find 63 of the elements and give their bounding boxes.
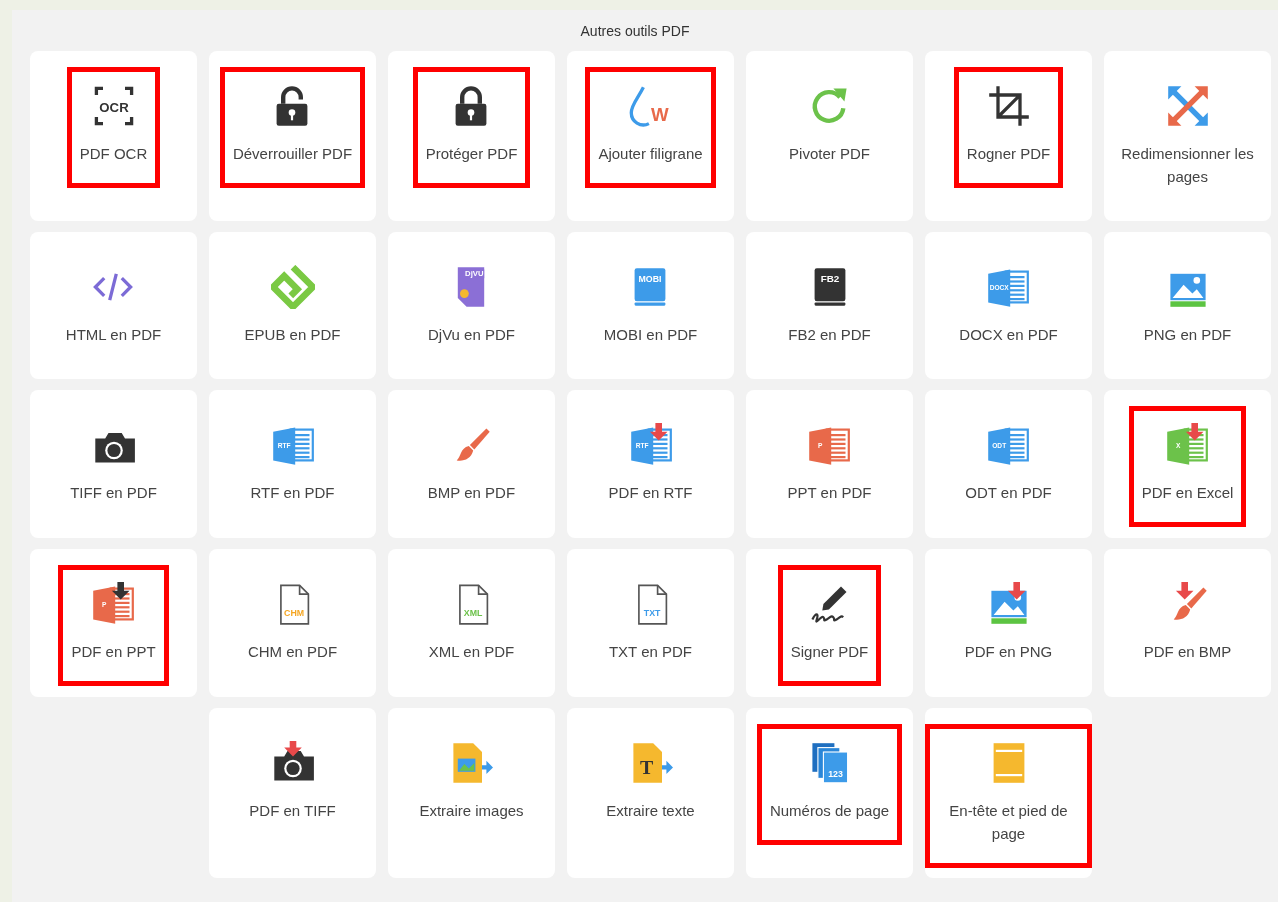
tool-card[interactable]: DjVU DjVu en PDF (388, 232, 555, 379)
tool-card[interactable]: PDF en BMP (1104, 549, 1271, 697)
tool-card[interactable]: Pivoter PDF (746, 51, 913, 221)
tool-card[interactable]: PDF en TIFF (209, 708, 376, 878)
tool-card[interactable]: Redimensionner les pages (1104, 51, 1271, 221)
tool-label: BMP en PDF (427, 483, 516, 503)
tool-card[interactable]: EPUB en PDF (209, 232, 376, 379)
tool-label: PDF en RTF (608, 483, 693, 503)
tool-label: Redimensionner les pages (1120, 144, 1255, 187)
tool-card[interactable]: TIFF en PDF (30, 390, 197, 538)
tool-card[interactable]: En-tête et pied de page (925, 708, 1092, 878)
resize-arrows-icon (1165, 84, 1210, 128)
tool-card[interactable]: CHM CHM en PDF (209, 549, 376, 697)
tool-label: XML en PDF (428, 642, 515, 662)
tool-card[interactable]: Rogner PDF (925, 51, 1092, 221)
tool-label: EPUB en PDF (244, 325, 341, 345)
tool-label: Numéros de page (769, 801, 890, 821)
tool-label: PDF en Excel (1141, 483, 1234, 503)
tool-card[interactable]: Protéger PDF (388, 51, 555, 221)
tool-label: PDF en BMP (1143, 642, 1232, 662)
tool-label: ODT en PDF (965, 483, 1052, 503)
tool-card[interactable]: BMP en PDF (388, 390, 555, 538)
tool-label: RTF en PDF (250, 483, 335, 503)
tool-card[interactable]: T Extraire texte (567, 708, 734, 878)
crop-icon (986, 84, 1031, 128)
tool-label: PDF OCR (79, 144, 148, 164)
section-title: Autres outils PDF (580, 22, 690, 41)
tool-label: Signer PDF (790, 642, 869, 662)
tool-card[interactable]: 123 Numéros de page (746, 708, 913, 878)
tool-label: Rogner PDF (966, 144, 1051, 164)
tool-label: TIFF en PDF (70, 483, 157, 503)
tool-label: Déverrouiller PDF (232, 144, 353, 164)
tool-card[interactable]: OCR PDF OCR (30, 51, 197, 221)
tool-label: Extraire texte (606, 801, 695, 821)
tool-card[interactable]: TXT TXT en PDF (567, 549, 734, 697)
tool-card[interactable]: PNG en PDF (1104, 232, 1271, 379)
tool-card[interactable]: XML XML en PDF (388, 549, 555, 697)
tool-label: HTML en PDF (65, 325, 162, 345)
tool-label: PNG en PDF (1143, 325, 1232, 345)
tool-label: Protéger PDF (425, 144, 518, 164)
tool-label: MOBI en PDF (603, 325, 698, 345)
tool-label: TXT en PDF (608, 642, 693, 662)
tool-card[interactable]: Déverrouiller PDF (209, 51, 376, 221)
tool-label: PDF en PNG (964, 642, 1053, 662)
tool-card[interactable]: PDF en PNG (925, 549, 1092, 697)
tool-label: DOCX en PDF (959, 325, 1058, 345)
tool-label: PDF en TIFF (249, 801, 336, 821)
tool-label: Pivoter PDF (789, 144, 870, 164)
tool-label: PDF en PPT (71, 642, 156, 662)
tool-card[interactable]: W Ajouter filigrane (567, 51, 734, 221)
tool-label: PPT en PDF (787, 483, 872, 503)
tool-label: DjVu en PDF (428, 325, 515, 345)
tool-card[interactable]: FB2 FB2 en PDF (746, 232, 913, 379)
tool-card[interactable]: MOBI MOBI en PDF (567, 232, 734, 379)
tool-label: En-tête et pied de page (948, 801, 1069, 844)
tool-label: Extraire images (419, 801, 524, 821)
ebook-icon (270, 265, 315, 309)
tool-card[interactable]: HTML en PDF (30, 232, 197, 379)
tool-label: FB2 en PDF (788, 325, 871, 345)
tool-card[interactable]: Signer PDF (746, 549, 913, 697)
tool-label: Ajouter filigrane (598, 144, 703, 164)
tool-card[interactable]: Extraire images (388, 708, 555, 878)
tool-label: CHM en PDF (247, 642, 338, 662)
